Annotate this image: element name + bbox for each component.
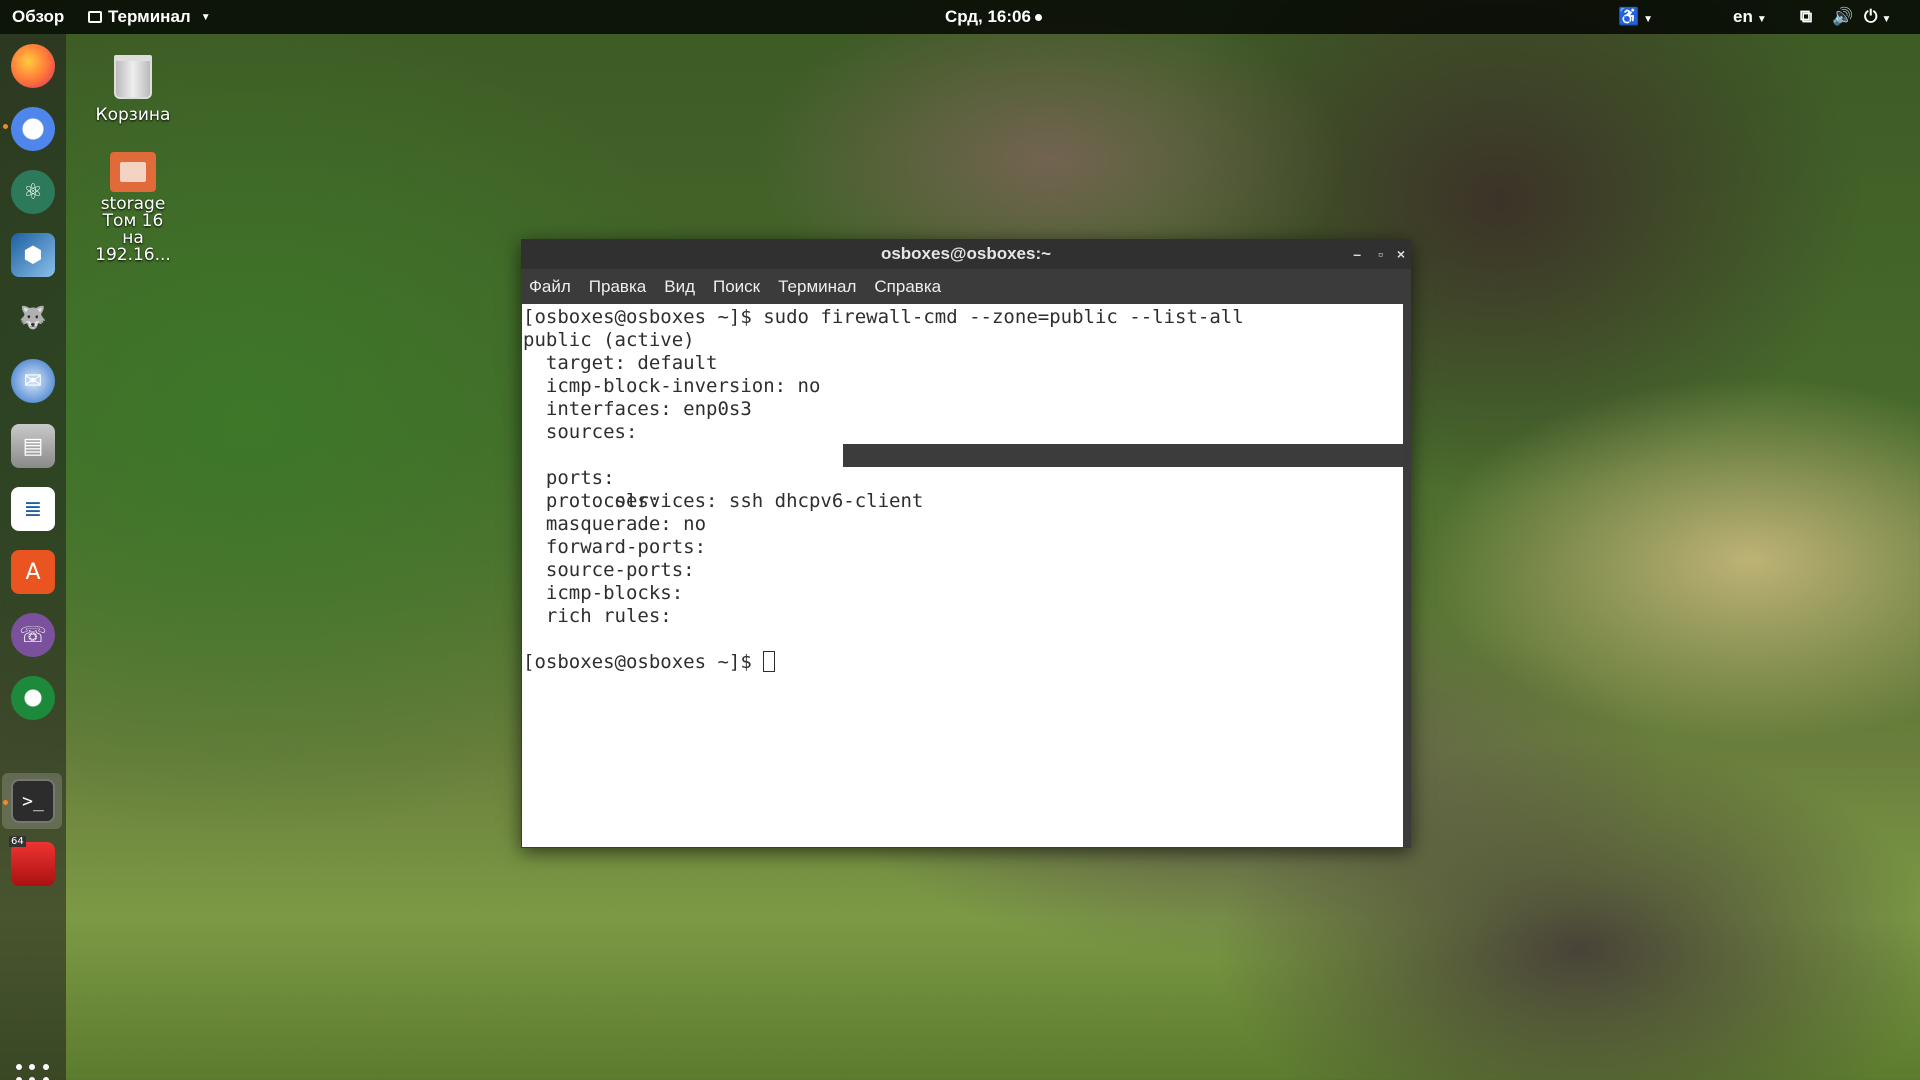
terminal-icon[interactable]: >_	[11, 779, 55, 823]
menu-help[interactable]: Справка	[874, 277, 941, 297]
grid-dot-icon	[16, 1064, 22, 1070]
libreoffice-writer-icon[interactable]: ≣	[11, 487, 55, 531]
terminal-line: public (active)	[523, 329, 695, 351]
firefox-icon[interactable]	[11, 44, 55, 88]
running-indicator	[3, 124, 8, 129]
network-share-icon	[110, 152, 156, 192]
trash-icon	[114, 55, 152, 99]
terminal-line: ports:	[523, 467, 626, 489]
window-titlebar[interactable]: osboxes@osboxes:~ – ▫ ×	[521, 239, 1411, 269]
viber-icon[interactable]: ☏	[11, 613, 55, 657]
terminal-line: source-ports:	[523, 559, 707, 581]
terminal-line: icmp-block-inversion: no	[523, 375, 821, 397]
desktop-trash[interactable]: Корзина	[73, 55, 193, 125]
terminal-line: [osboxes@osboxes ~]$ sudo firewall-cmd -…	[523, 306, 1244, 328]
app-menu-button[interactable]: Терминал ▼	[88, 7, 211, 27]
menu-search[interactable]: Поиск	[713, 277, 760, 297]
show-applications-button[interactable]	[16, 1064, 50, 1080]
app-64-icon[interactable]: 64	[9, 836, 55, 886]
network-icon[interactable]: ⧉	[1800, 7, 1812, 27]
chevron-down-icon: ▼	[1881, 14, 1892, 25]
atom-icon[interactable]: ⚛	[11, 170, 55, 214]
grid-dot-icon	[29, 1064, 36, 1070]
trash-label: Корзина	[95, 105, 171, 125]
volume-icon[interactable]: 🔊	[1832, 7, 1853, 27]
ubuntu-software-icon[interactable]: A	[11, 550, 55, 594]
chevron-down-icon: ▼	[1756, 14, 1767, 25]
terminal-line: target: default	[523, 352, 718, 374]
window-title: osboxes@osboxes:~	[880, 244, 1052, 263]
terminal-line: protocols:	[523, 490, 672, 512]
clock-label: Срд, 16:06	[945, 7, 1031, 26]
menu-bar: Файл Правка Вид Поиск Терминал Справка	[521, 269, 1411, 304]
app-menu-label: Терминал	[108, 7, 191, 26]
terminal-line: sources:	[523, 421, 649, 443]
menu-terminal[interactable]: Терминал	[778, 277, 856, 297]
terminal-window: osboxes@osboxes:~ – ▫ × Файл Правка Вид …	[521, 239, 1411, 848]
terminal-line: rich rules:	[523, 605, 684, 627]
notification-dot-icon	[1034, 14, 1042, 22]
files-icon[interactable]: ▤	[11, 424, 55, 468]
text-cursor	[763, 651, 776, 672]
desktop-storage[interactable]: storage Том 16 на 192.16...	[73, 152, 193, 264]
terminal-line-services: services: ssh dhcpv6-client http	[523, 444, 1403, 512]
terminal-line: interfaces: enp0s3	[523, 398, 752, 420]
accessibility-icon[interactable]: ♿ ▼	[1618, 7, 1653, 27]
terminal-line: forward-ports:	[523, 536, 718, 558]
keyboard-layout-label: en	[1733, 7, 1753, 26]
virtualbox-icon[interactable]: ⬢	[11, 233, 55, 277]
chevron-down-icon: ▼	[200, 11, 211, 23]
maximize-button[interactable]: ▫	[1378, 239, 1383, 269]
clock-button[interactable]: Срд, 16:06	[945, 7, 1042, 27]
selection-highlight	[843, 444, 1403, 467]
running-indicator	[3, 800, 8, 805]
chromium-icon[interactable]	[11, 107, 55, 151]
grid-dot-icon	[42, 1064, 49, 1070]
terminal-small-icon	[88, 11, 102, 23]
prompt-text: [osboxes@osboxes ~]$	[523, 651, 764, 673]
gimp-icon[interactable]: 🐺	[11, 296, 55, 340]
keyboard-layout-button[interactable]: en ▼	[1733, 7, 1767, 27]
inkscape-icon[interactable]	[11, 676, 55, 720]
terminal-prompt-line: [osboxes@osboxes ~]$	[523, 651, 1403, 674]
minimize-button[interactable]: –	[1353, 239, 1361, 269]
power-icon[interactable]: ⏻ ▼	[1864, 7, 1891, 27]
terminal-output[interactable]: [osboxes@osboxes ~]$ sudo firewall-cmd -…	[522, 304, 1403, 847]
thunderbird-icon[interactable]: ✉	[11, 359, 55, 403]
terminal-line: masquerade: no	[523, 513, 707, 535]
dock: ⚛ ⬢ 🐺 ✉ ▤ ≣ A ☏ >_ 64	[0, 34, 66, 1080]
menu-edit[interactable]: Правка	[589, 277, 646, 297]
terminal-line: icmp-blocks:	[523, 582, 695, 604]
menu-view[interactable]: Вид	[664, 277, 695, 297]
chevron-down-icon: ▼	[1643, 14, 1654, 25]
scrollbar[interactable]	[1403, 304, 1411, 847]
activities-button[interactable]: Обзор	[12, 7, 64, 27]
menu-file[interactable]: Файл	[529, 277, 571, 297]
storage-label-4: 192.16...	[95, 245, 171, 265]
top-bar: Обзор Терминал ▼ Срд, 16:06 ♿ ▼ en ▼ ⧉ 🔊 ⏻…	[0, 0, 1920, 34]
badge-64: 64	[9, 836, 26, 847]
close-button[interactable]: ×	[1397, 239, 1405, 269]
